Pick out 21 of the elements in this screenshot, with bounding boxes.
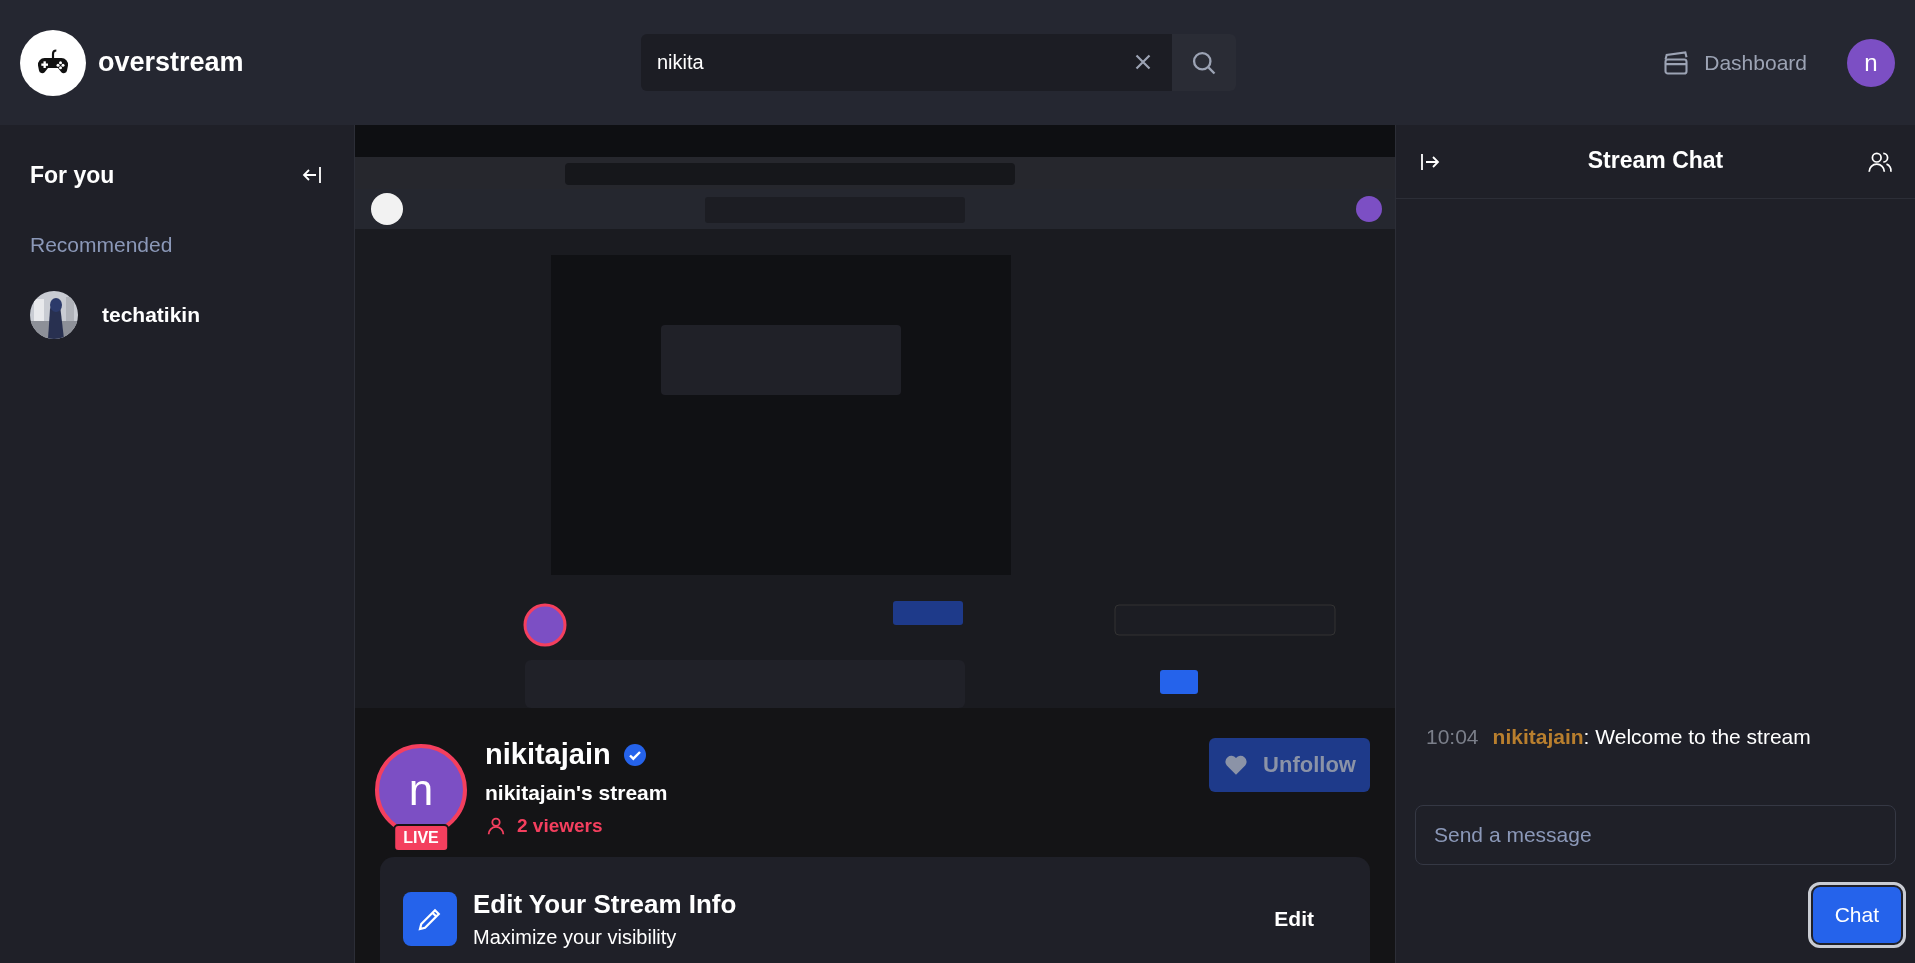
chat-title: Stream Chat xyxy=(1587,147,1724,174)
user-icon xyxy=(485,815,507,837)
message-text: : Welcome to the stream xyxy=(1583,725,1811,748)
recommended-channel[interactable]: techatikin xyxy=(30,291,324,339)
stream-title: nikitajain's stream xyxy=(485,781,668,805)
card-subtitle: Maximize your visibility xyxy=(473,926,678,949)
card-title: Edit Your Stream Info xyxy=(473,889,737,920)
user-avatar[interactable]: n xyxy=(1847,38,1895,87)
section-heading: Recommended xyxy=(30,233,174,257)
message-time: 10:04 xyxy=(1426,725,1479,748)
edit-button[interactable]: Edit xyxy=(1258,899,1330,939)
dashboard-link[interactable]: Dashboard xyxy=(1662,48,1807,77)
viewer-count: 2 viewers xyxy=(517,815,603,837)
logo-text[interactable]: overstream xyxy=(98,47,244,78)
search-field[interactable]: nikita xyxy=(641,34,1172,91)
streamer-name: nikitajain xyxy=(485,738,611,771)
clapperboard-icon xyxy=(1662,48,1691,77)
message-field[interactable]: Send a message xyxy=(1415,805,1896,865)
search-button[interactable] xyxy=(1172,34,1236,91)
sidebar-title: For you xyxy=(30,161,115,189)
chat-username: nikitajain xyxy=(1492,725,1584,748)
